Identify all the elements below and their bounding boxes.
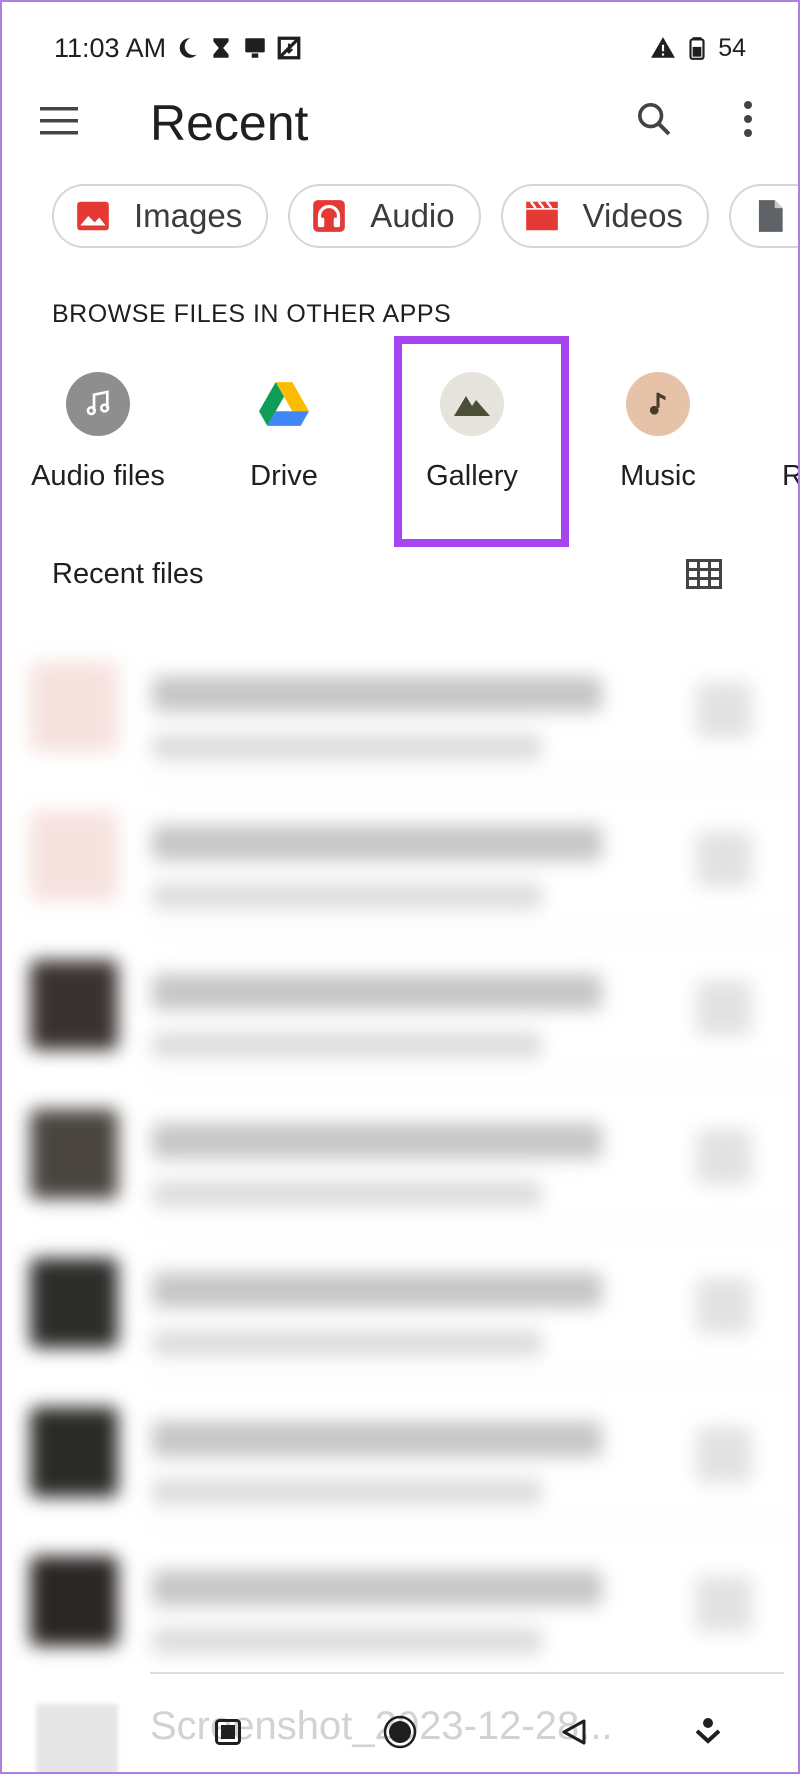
file-action-blurred [696,1576,752,1632]
status-time: 11:03 AM [54,32,167,63]
app-label: Audio files [31,460,165,492]
music-note-icon [649,392,666,415]
battery-icon [689,37,705,60]
search-icon [638,102,671,135]
file-meta-blurred [152,1181,542,1207]
file-thumbnail [30,1258,118,1348]
list-divider [150,1672,784,1674]
file-name-blurred [152,1123,602,1159]
app-label: Drive [250,460,318,492]
grid-view-icon [686,558,722,589]
chip-label: Videos [582,197,683,234]
square-icon [215,1719,241,1745]
app-label: R [782,460,798,493]
file-action-blurred [696,980,752,1036]
app-bar: Recent [2,90,798,154]
file-name-blurred [152,676,602,712]
app-music[interactable]: Music [568,372,748,493]
nav-extra-button[interactable] [678,1702,738,1762]
app-drive[interactable]: Drive [194,372,374,493]
cast-icon [245,38,265,58]
file-row[interactable] [2,632,798,781]
file-row[interactable] [2,1526,798,1675]
menu-button[interactable] [38,104,82,140]
document-icon [758,200,783,232]
file-row[interactable] [2,1079,798,1228]
file-meta-blurred [152,734,542,760]
back-triangle-icon [562,1719,586,1745]
recents-nav-button[interactable] [198,1702,258,1762]
file-name-blurred [152,1570,602,1606]
chip-documents[interactable] [728,184,798,248]
file-thumbnail [30,1109,118,1199]
category-chips: Images Audio Videos [52,184,798,248]
data-saver-icon [277,36,301,60]
chip-audio[interactable]: Audio [288,184,481,248]
clapperboard-icon [525,201,558,231]
file-thumbnail [30,811,118,901]
file-thumbnail [30,1556,118,1646]
image-icon [77,201,109,231]
app-icon-circle [626,372,690,436]
hourglass-icon [213,38,229,58]
app-label: Music [620,460,696,492]
file-meta-blurred [152,1330,542,1356]
page-title: Recent [150,95,309,151]
file-row[interactable] [2,1228,798,1377]
file-name-blurred [152,1421,602,1457]
grid-view-button[interactable] [684,555,724,595]
file-meta-blurred [152,1032,542,1058]
recent-file-list [2,632,798,1675]
moon-icon [179,38,197,58]
file-action-blurred [696,1129,752,1185]
status-right: 54 [650,34,746,63]
file-name-blurred [152,1272,602,1308]
app-icon-circle [782,372,798,436]
browse-section-title: BROWSE FILES IN OTHER APPS [52,300,452,328]
file-action-blurred [696,831,752,887]
app-icon-circle [252,372,316,436]
screen: 11:03 AM 54 Recent Images Audio Videos B… [0,0,800,1774]
app-audio-files[interactable]: Audio files [8,372,188,493]
battery-level: 54 [718,33,746,62]
more-options-button[interactable] [728,96,768,144]
file-row[interactable] [2,1377,798,1526]
app-partial[interactable]: R [782,372,798,493]
file-meta-blurred [152,1628,542,1654]
file-action-blurred [696,1427,752,1483]
chip-images[interactable]: Images [52,184,269,248]
file-action-blurred [696,1278,752,1334]
file-row[interactable] [2,781,798,930]
status-left: 11:03 AM [54,33,302,64]
file-name-blurred [152,974,602,1010]
back-nav-button[interactable] [544,1702,604,1762]
file-name-blurred [152,825,602,861]
file-thumbnail [30,960,118,1050]
file-row[interactable] [2,930,798,1079]
file-action-blurred [696,682,752,738]
status-bar: 11:03 AM 54 [54,28,746,68]
circle-icon [383,1715,417,1749]
navigation-bar [2,1702,798,1762]
music-note-icon [86,390,110,416]
chip-label: Audio [370,197,455,234]
drive-icon [259,382,309,426]
highlight-box [394,336,569,547]
file-meta-blurred [152,1479,542,1505]
hamburger-menu-icon [40,106,78,134]
file-meta-blurred [152,883,542,909]
headphones-icon [313,200,346,232]
search-button[interactable] [630,96,678,144]
home-nav-button[interactable] [370,1702,430,1762]
chip-videos[interactable]: Videos [500,184,709,248]
app-icon-circle [66,372,130,436]
file-thumbnail [30,662,118,752]
file-thumbnail [30,1407,118,1497]
chip-label: Images [134,197,243,234]
alert-icon [651,37,676,58]
chevron-down-icon [695,1718,721,1744]
more-vert-icon [744,100,752,137]
recent-files-title: Recent files [52,558,204,590]
